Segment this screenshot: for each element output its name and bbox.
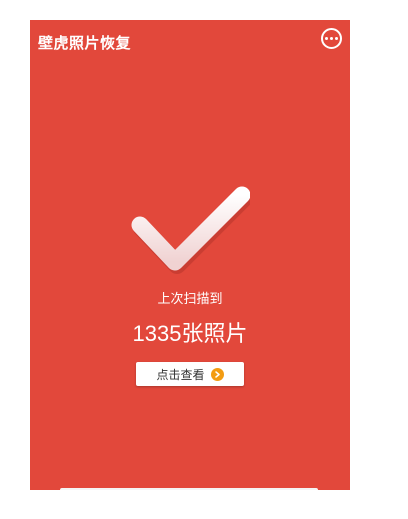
bottom-panel-edge xyxy=(60,488,318,490)
more-dot xyxy=(330,37,333,40)
photo-count: 1335张照片 xyxy=(132,321,248,346)
more-options-icon[interactable] xyxy=(321,28,342,49)
more-dot xyxy=(325,37,328,40)
app-title: 壁虎照片恢复 xyxy=(38,34,132,52)
view-photos-button[interactable]: 点击查看 xyxy=(136,362,244,386)
app-screen: 壁虎照片恢复 上次扫描到 1335张照片 点击查看 xyxy=(30,20,350,490)
more-dot xyxy=(335,37,338,40)
view-photos-label: 点击查看 xyxy=(156,367,205,382)
arrow-right-icon xyxy=(210,367,224,381)
checkmark-icon xyxy=(131,186,250,274)
scan-label: 上次扫描到 xyxy=(157,292,223,307)
